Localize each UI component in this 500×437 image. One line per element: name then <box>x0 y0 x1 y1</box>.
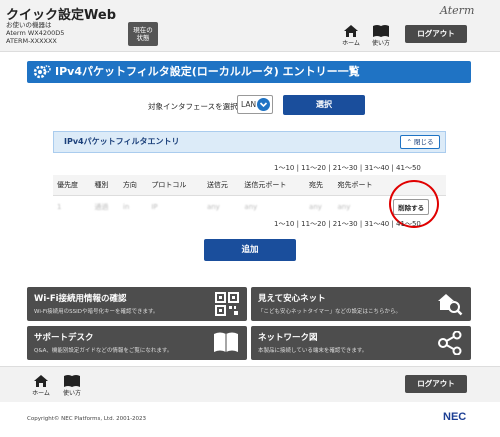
cell-destination: any <box>309 203 322 212</box>
cell-priority: 1 <box>57 203 62 212</box>
tile-mieru-desc: 「こども安心ネットタイマー」などの設定はこちらから。 <box>258 309 402 315</box>
footer-bar: ホーム 使い方 ログアウト <box>0 366 500 402</box>
copyright: Copyright© NEC Platforms, Ltd. 2001-2023 <box>27 416 147 422</box>
collapse-button[interactable]: ⌃ 閉じる <box>400 135 440 149</box>
col-priority: 優先度 <box>53 175 91 196</box>
cell-source: any <box>206 203 220 212</box>
col-destination: 宛先 <box>305 175 334 196</box>
device-model: Aterm WX4200D5 <box>6 29 65 37</box>
tile-network-desc: 本製品に接続している端末を確認できます。 <box>258 348 368 354</box>
current-status-button[interactable]: 現在の 状態 <box>128 22 158 46</box>
home-icon <box>34 375 48 387</box>
tile-support-title: サポートデスク <box>34 333 94 343</box>
interface-select[interactable]: LAN <box>237 95 273 114</box>
interface-value: LAN <box>241 100 257 109</box>
cell-source-port: any <box>244 203 258 212</box>
tile-network-map[interactable]: ネットワーク図 本製品に接続している端末を確認できます。 <box>251 326 471 360</box>
select-button[interactable]: 選択 <box>283 95 365 115</box>
page-title: IPv4パケットフィルタ設定(ローカルルータ) エントリー一覧 <box>55 65 360 78</box>
gear-icon <box>33 65 51 79</box>
home-icon <box>344 25 358 37</box>
tile-support-desc: Q&A、機能別設定ガイドなどの情報をご覧になれます。 <box>34 348 173 354</box>
col-direction: 方向 <box>118 175 148 196</box>
footer-logout-button[interactable]: ログアウト <box>405 375 467 393</box>
pager-bottom[interactable]: 1～10 | 11～20 | 21～30 | 31～40 | 41～50 <box>274 219 421 229</box>
pager-top[interactable]: 1～10 | 11～20 | 21～30 | 31～40 | 41～50 <box>274 163 421 173</box>
col-source: 送信元 <box>202 175 241 196</box>
collapse-label: 閉じる <box>414 138 434 146</box>
device-info: お使いの機器は Aterm WX4200D5 ATERM-XXXXXX <box>6 21 64 45</box>
section-title: IPv4パケットフィルタエントリ <box>64 137 180 146</box>
manual-nav[interactable]: 使い方 <box>370 24 392 47</box>
tile-mieru-title: 見えて安心ネット <box>258 294 326 304</box>
filter-entry-section: IPv4パケットフィルタエントリ ⌃ 閉じる <box>53 131 446 153</box>
cell-type: 通過 <box>94 203 109 212</box>
tile-wifi-info[interactable]: Wi-Fi接続用情報の確認 Wi-Fi接続用のSSIDや暗号化キーを確認できます… <box>27 287 247 321</box>
open-book-icon <box>214 332 238 352</box>
tile-support-desk[interactable]: サポートデスク Q&A、機能別設定ガイドなどの情報をご覧になれます。 <box>27 326 247 360</box>
chevron-up-icon: ⌃ <box>406 138 412 146</box>
tile-network-title: ネットワーク図 <box>258 333 318 343</box>
device-id: ATERM-XXXXXX <box>6 37 57 45</box>
book-icon <box>373 25 389 37</box>
home-search-icon <box>438 294 463 316</box>
chevron-down-icon <box>257 98 270 111</box>
nec-logo: NEC <box>443 411 467 423</box>
filter-table: 優先度 種別 方向 プロトコル 送信元 送信元ポート 宛先 宛先ポート 1 通過… <box>53 175 446 219</box>
add-button[interactable]: 追加 <box>204 239 296 261</box>
col-type: 種別 <box>90 175 119 196</box>
interface-label: 対象インタフェースを選択 <box>148 102 238 111</box>
home-label: ホーム <box>342 40 360 47</box>
qr-code-icon <box>215 292 239 316</box>
footer-manual-label: 使い方 <box>62 390 81 397</box>
cell-direction: in <box>122 203 130 212</box>
footer-manual-nav[interactable]: 使い方 <box>61 374 83 397</box>
header: クイック設定Web お使いの機器は Aterm WX4200D5 ATERM-X… <box>0 0 500 52</box>
table-row: 1 通過 in IP any any any any 削除する <box>53 195 446 219</box>
network-share-icon <box>438 331 462 355</box>
status-button-line2: 状態 <box>136 34 150 42</box>
footer-home-nav[interactable]: ホーム <box>30 374 52 397</box>
cell-destination-port: any <box>337 203 351 212</box>
tile-wifi-title: Wi-Fi接続用情報の確認 <box>34 294 127 304</box>
logout-button[interactable]: ログアウト <box>405 25 467 43</box>
tile-mieru-anshin[interactable]: 見えて安心ネット 「こども安心ネットタイマー」などの設定はこちらから。 <box>251 287 471 321</box>
cell-protocol: IP <box>151 203 158 212</box>
home-nav[interactable]: ホーム <box>340 24 362 47</box>
device-label: お使いの機器は <box>6 21 52 29</box>
manual-label: 使い方 <box>371 40 390 47</box>
page-heading: IPv4パケットフィルタ設定(ローカルルータ) エントリー一覧 <box>27 61 471 83</box>
book-icon <box>64 375 80 387</box>
col-protocol: プロトコル <box>147 175 203 196</box>
col-source-port: 送信元ポート <box>240 175 306 196</box>
footer-home-label: ホーム <box>32 390 50 397</box>
table-header-row: 優先度 種別 方向 プロトコル 送信元 送信元ポート 宛先 宛先ポート <box>53 175 446 196</box>
aterm-logo: Aterm <box>440 4 475 17</box>
tile-wifi-desc: Wi-Fi接続用のSSIDや暗号化キーを確認できます。 <box>34 309 159 315</box>
col-destination-port: 宛先ポート <box>333 175 390 196</box>
status-button-line1: 現在の <box>133 26 153 34</box>
